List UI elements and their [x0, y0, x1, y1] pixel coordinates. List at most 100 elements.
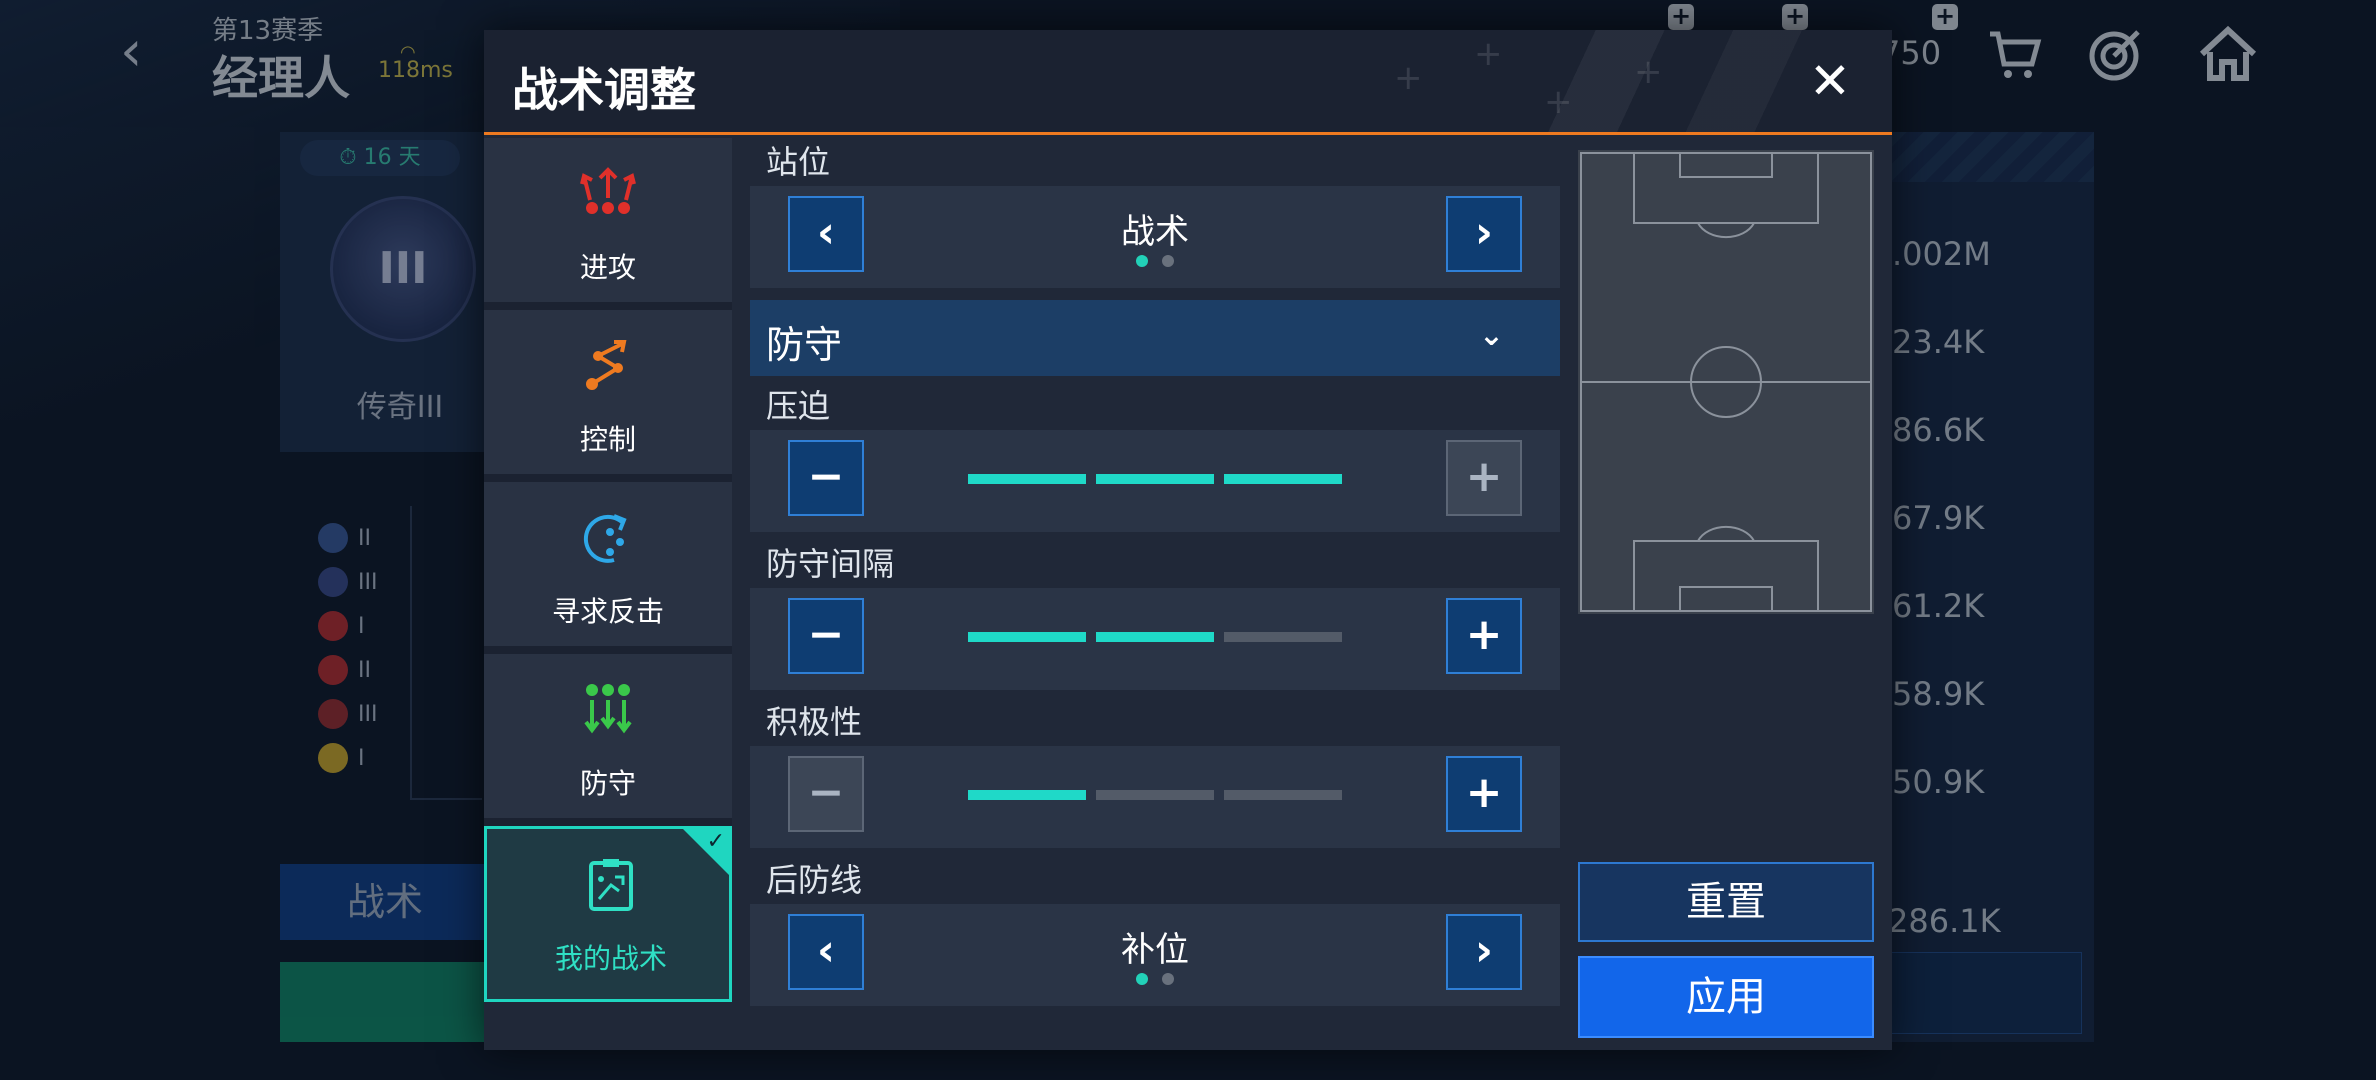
control-icon [586, 340, 627, 390]
stat-value: 50.9K [1892, 763, 1985, 801]
season-timer: ⏱ 16 天 [300, 140, 460, 176]
close-button[interactable]: ✕ [1802, 54, 1858, 110]
defense-icon [584, 684, 632, 734]
page-indicator [750, 970, 1560, 989]
plus-icon: + [1465, 609, 1503, 660]
chevron-down-icon: ⌄ [1478, 318, 1504, 353]
backline-value: 补位 [1121, 930, 1189, 970]
nav-item-my-tactics[interactable]: ✓ 我的战术 [484, 826, 732, 1002]
legend-numeral: I [358, 613, 365, 639]
stats-action-button[interactable] [1890, 952, 2082, 1034]
tactics-tab[interactable]: 战术 [280, 864, 490, 940]
plus-icon: + [1465, 767, 1503, 818]
aggression-slider: − + [750, 746, 1560, 848]
formation-label: 站位 [766, 143, 831, 181]
defensive-width-minus-button[interactable]: − [788, 598, 864, 674]
timer-value: 16 天 [363, 145, 421, 170]
level-segment [1096, 632, 1214, 642]
nav-item-attack[interactable]: 进攻 [484, 138, 732, 310]
stat-value: 67.9K [1892, 499, 1985, 537]
nav-item-control[interactable]: 控制 [484, 310, 732, 482]
formation-value: 战术 [1121, 212, 1189, 252]
rank-icon [318, 655, 348, 685]
reset-button[interactable]: 重置 [1578, 862, 1874, 942]
stat-value: 286.1K [1888, 902, 2001, 940]
legend-item: II [318, 648, 377, 692]
chevron-right-icon: › [1474, 207, 1494, 258]
formation-selector: ‹ 战术 › [750, 186, 1560, 288]
legend-item: III [318, 560, 377, 604]
decoration-cross: + [1634, 52, 1663, 92]
legend-numeral: II [358, 525, 371, 551]
nav-item-counter-attack[interactable]: 寻求反击 [484, 482, 732, 654]
legend-numeral: II [358, 657, 371, 683]
rank-icon [318, 611, 348, 641]
page-dot [1136, 973, 1148, 985]
plus-icon: + [1465, 451, 1503, 502]
ping-label: 118ms [378, 58, 453, 83]
dialog-title: 战术调整 [512, 63, 696, 117]
aggression-plus-button[interactable]: + [1446, 756, 1522, 832]
defense-section-header[interactable]: 防守 ⌄ [750, 300, 1560, 376]
rank-icon [318, 523, 348, 553]
aggression-label: 积极性 [766, 703, 863, 741]
rank-chart-frame [410, 506, 482, 800]
stat-value: 58.9K [1892, 675, 1985, 713]
defensive-width-plus-button[interactable]: + [1446, 598, 1522, 674]
aggression-minus-button[interactable]: − [788, 756, 864, 832]
level-bars [968, 474, 1342, 484]
start-button[interactable] [280, 962, 490, 1042]
nav-label: 控制 [579, 423, 636, 456]
minus-icon: − [807, 767, 845, 818]
backline-next-button[interactable]: › [1446, 914, 1522, 990]
nav-label: 防守 [579, 767, 636, 800]
rank-badge: III [330, 196, 476, 342]
pressing-slider: − + [750, 430, 1560, 532]
legend-item: I [318, 604, 377, 648]
add-currency-icon[interactable]: + [1782, 4, 1808, 30]
add-currency-icon[interactable]: + [1668, 4, 1694, 30]
decoration-cross: + [1544, 82, 1573, 122]
pressing-plus-button[interactable]: + [1446, 440, 1522, 516]
target-icon[interactable] [2084, 24, 2148, 88]
pressing-minus-button[interactable]: − [788, 440, 864, 516]
level-bars [968, 632, 1342, 642]
decoration-cross: + [1474, 34, 1503, 74]
nav-item-defense[interactable]: 防守 [484, 654, 732, 826]
page-indicator [750, 252, 1560, 271]
tactics-category-nav: 进攻 控制 寻求反击 防守 ✓ 我的战术 [484, 138, 732, 1002]
stat-value: 23.4K [1892, 323, 1985, 361]
level-segment [968, 474, 1086, 484]
backline-selector: ‹ 补位 › [750, 904, 1560, 1006]
apply-button[interactable]: 应用 [1578, 956, 1874, 1038]
add-currency-icon[interactable]: + [1932, 4, 1958, 30]
level-segment [1096, 790, 1214, 800]
decoration-cross: + [1394, 58, 1423, 98]
rank-icon [318, 743, 348, 773]
mode-title: 经理人 [212, 51, 350, 105]
formation-next-button[interactable]: › [1446, 196, 1522, 272]
minus-icon: − [807, 451, 845, 502]
level-segment [968, 632, 1086, 642]
page-dot [1162, 255, 1174, 267]
level-segment [968, 790, 1086, 800]
backline-label: 后防线 [766, 861, 863, 899]
rank-icon [318, 699, 348, 729]
tactics-dialog: + + + + 战术调整 ✕ 进攻 控制 寻求反击 防守 ✓ 我的战术 站位 ‹… [484, 30, 1892, 1050]
pressing-label: 压迫 [766, 387, 831, 425]
shop-cart-icon[interactable] [1982, 24, 2046, 88]
rank-legend: II III I II III I [318, 516, 377, 780]
page-dot [1162, 973, 1174, 985]
home-icon[interactable] [2196, 24, 2260, 88]
level-segment [1224, 474, 1342, 484]
nav-label: 寻求反击 [551, 595, 664, 628]
back-arrow-icon[interactable]: ‹ [120, 22, 180, 82]
stats-card-header [1890, 132, 2094, 182]
stat-value: 61.2K [1892, 587, 1985, 625]
defensive-width-label: 防守间隔 [766, 545, 895, 583]
dialog-header: + + + + 战术调整 ✕ [484, 30, 1892, 135]
stat-value: 86.6K [1892, 411, 1985, 449]
page-dot [1136, 255, 1148, 267]
legend-numeral: III [358, 701, 378, 727]
check-icon: ✓ [706, 829, 725, 854]
